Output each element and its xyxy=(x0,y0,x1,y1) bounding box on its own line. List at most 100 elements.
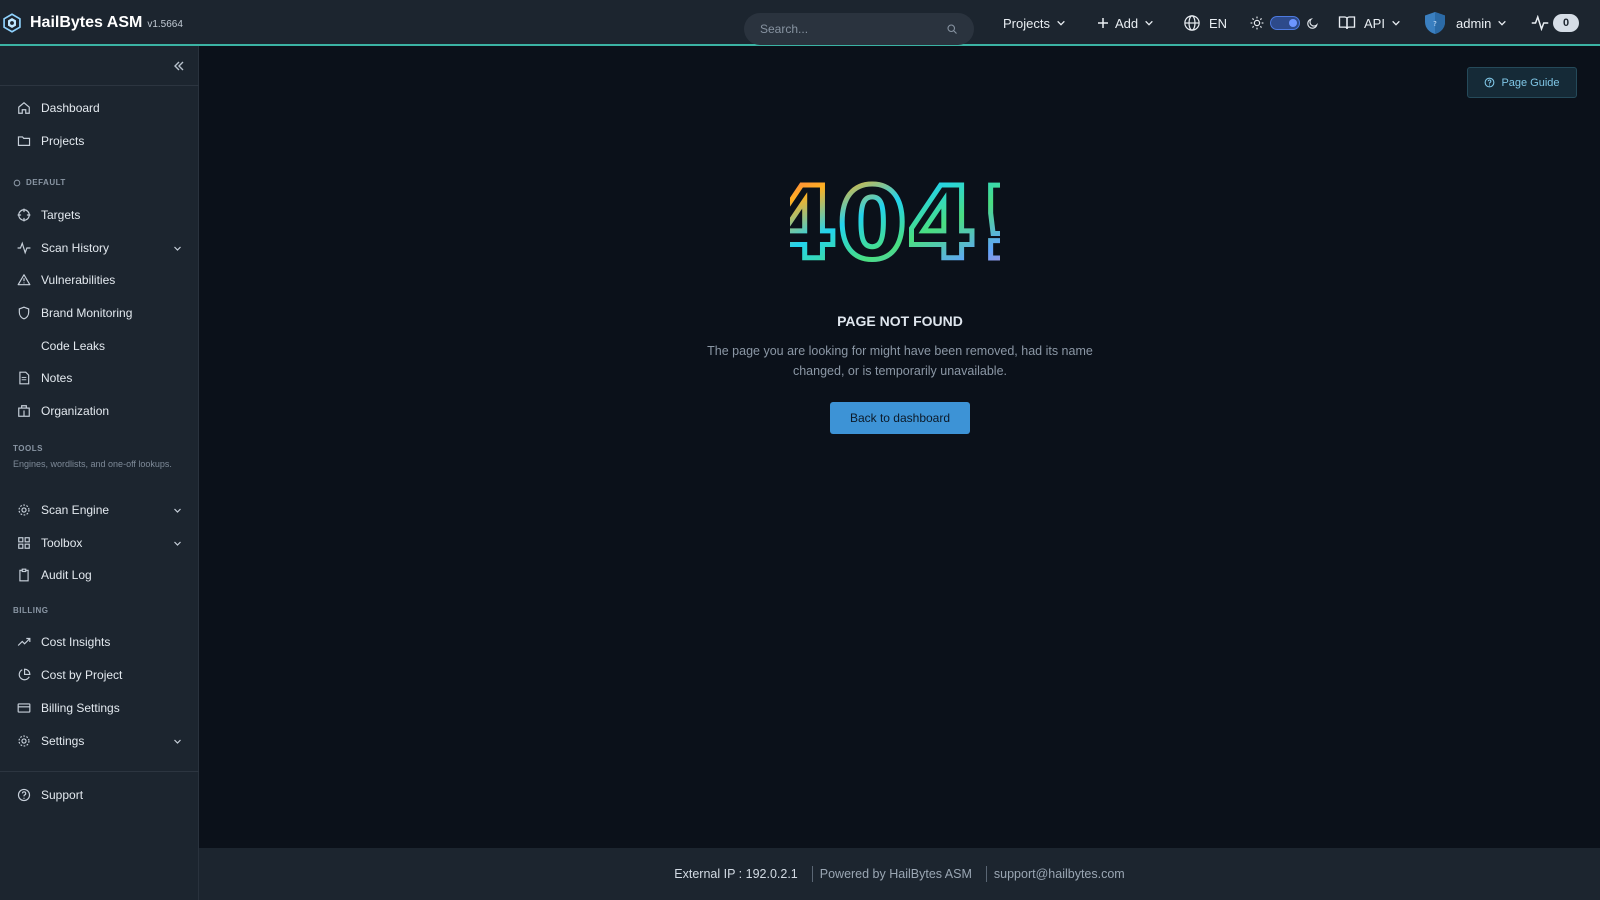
sidebar-divider xyxy=(0,85,199,86)
sidebar-item-audit-log[interactable]: Audit Log xyxy=(0,559,199,591)
activity-count-badge: 0 xyxy=(1553,14,1579,32)
search-input[interactable] xyxy=(760,22,946,36)
help-circle-icon xyxy=(17,788,31,802)
app-name: HailBytes ASM xyxy=(30,14,143,31)
sidebar-item-label: Projects xyxy=(41,134,85,148)
sidebar-item-scan-history[interactable]: Scan History xyxy=(0,232,199,264)
chevron-down-icon xyxy=(1057,20,1065,26)
error-title: PAGE NOT FOUND xyxy=(837,313,963,329)
warning-triangle-icon xyxy=(17,274,31,286)
chevron-down-icon xyxy=(174,541,181,546)
sidebar-item-settings[interactable]: Settings xyxy=(0,725,199,757)
sidebar-item-label: Toolbox xyxy=(41,536,83,550)
theme-switch-knob xyxy=(1289,19,1297,27)
theme-toggle[interactable] xyxy=(1250,0,1319,46)
theme-switch[interactable] xyxy=(1270,16,1300,30)
language-selector[interactable]: EN xyxy=(1183,0,1227,46)
trending-up-icon xyxy=(17,637,31,646)
sidebar-item-scan-engine[interactable]: Scan Engine xyxy=(0,494,199,526)
api-label: API xyxy=(1364,15,1385,31)
chevron-down-icon xyxy=(174,508,181,513)
activity-pulse-icon xyxy=(1531,15,1549,31)
sidebar-item-organization[interactable]: Organization xyxy=(0,395,199,427)
svg-text:?: ? xyxy=(1433,20,1437,28)
sun-icon xyxy=(1250,16,1264,30)
sidebar-item-label: Dashboard xyxy=(41,101,100,115)
sidebar-item-vulnerabilities[interactable]: Vulnerabilities xyxy=(0,264,199,296)
sidebar-item-label: Cost by Project xyxy=(41,668,123,682)
footer: External IP : 192.0.2.1 Powered by HailB… xyxy=(199,848,1600,900)
support-email-link[interactable]: support@hailbytes.com xyxy=(994,867,1125,881)
crosshair-icon xyxy=(17,208,31,222)
sidebar-item-label: Settings xyxy=(41,734,85,748)
api-dropdown[interactable]: API xyxy=(1338,0,1401,46)
shield-icon xyxy=(18,306,30,320)
add-dropdown[interactable]: Add xyxy=(1097,0,1154,46)
language-label: EN xyxy=(1209,15,1228,31)
sidebar-item-notes[interactable]: Notes xyxy=(0,362,199,394)
credit-card-icon xyxy=(17,703,31,713)
sidebar-item-cost-by-project[interactable]: Cost by Project xyxy=(0,659,199,691)
error-message: The page you are looking for might have … xyxy=(707,344,1093,378)
sidebar-item-billing-settings[interactable]: Billing Settings xyxy=(0,692,199,724)
activity-indicator[interactable]: 0 xyxy=(1531,0,1579,46)
sidebar-item-label: Support xyxy=(41,788,84,802)
chevron-down-icon xyxy=(1392,20,1400,26)
tools-subtitle: Engines, wordlists, and one-off lookups. xyxy=(13,459,172,469)
gear-icon xyxy=(18,504,30,516)
add-label: Add xyxy=(1115,15,1139,31)
chevron-down-icon xyxy=(174,739,181,744)
sidebar-item-label: Vulnerabilities xyxy=(41,273,116,287)
sidebar-item-label: Targets xyxy=(41,208,81,222)
section-billing: BILLING xyxy=(13,606,49,615)
sidebar-item-support[interactable]: Support xyxy=(0,779,199,811)
search-icon[interactable] xyxy=(946,23,958,35)
globe-icon xyxy=(1184,15,1200,31)
back-to-dashboard-button[interactable]: Back to dashboard xyxy=(830,402,970,434)
footer-divider xyxy=(985,866,987,882)
brand[interactable]: HailBytes ASM v1.5664 xyxy=(2,0,183,46)
error-404-graphic: 404! xyxy=(790,172,1000,272)
layers-icon xyxy=(13,179,21,186)
building-icon xyxy=(18,405,30,417)
external-ip: External IP : 192.0.2.1 xyxy=(674,867,798,881)
top-navbar: HailBytes ASM v1.5664 Projects Add EN AP… xyxy=(0,0,1600,46)
projects-label: Projects xyxy=(1003,15,1050,31)
sidebar-item-brand-monitoring[interactable]: Brand Monitoring xyxy=(0,297,199,329)
section-tools: TOOLS xyxy=(13,444,43,453)
user-menu[interactable]: ? admin xyxy=(1424,0,1507,46)
user-avatar-shield-icon: ? xyxy=(1425,12,1445,34)
help-circle-icon xyxy=(1485,77,1495,88)
sidebar-item-label: Scan History xyxy=(41,241,110,255)
sidebar-item-toolbox[interactable]: Toolbox xyxy=(0,527,199,559)
page-guide-button[interactable]: Page Guide xyxy=(1467,67,1577,98)
sidebar-item-label: Audit Log xyxy=(41,568,92,582)
sidebar-item-label: Organization xyxy=(41,404,110,418)
plus-icon xyxy=(1098,18,1108,28)
sidebar-item-dashboard[interactable]: Dashboard xyxy=(0,92,199,124)
sidebar-item-label: Scan Engine xyxy=(41,503,110,517)
sidebar-item-targets[interactable]: Targets xyxy=(0,199,199,231)
page-guide-label: Page Guide xyxy=(1501,76,1560,89)
sidebar-item-label: Brand Monitoring xyxy=(41,306,133,320)
home-icon xyxy=(18,101,30,114)
hexagon-logo-icon xyxy=(3,13,21,33)
collapse-sidebar-icon[interactable] xyxy=(172,59,186,73)
projects-dropdown[interactable]: Projects xyxy=(1003,0,1066,46)
sidebar-item-projects[interactable]: Projects xyxy=(0,125,199,157)
sidebar-item-label: Billing Settings xyxy=(41,701,120,715)
clipboard-icon xyxy=(19,568,29,582)
powered-by: Powered by HailBytes ASM xyxy=(819,867,972,881)
sidebar-item-code-leaks[interactable]: Code Leaks xyxy=(0,330,199,362)
sidebar-item-cost-insights[interactable]: Cost Insights xyxy=(0,626,199,658)
moon-icon xyxy=(1307,17,1318,29)
chevron-down-icon xyxy=(174,246,181,251)
activity-icon xyxy=(17,241,31,255)
folder-icon xyxy=(17,136,31,146)
section-default: DEFAULT xyxy=(13,178,66,187)
sidebar-item-label: Notes xyxy=(41,371,73,385)
chevron-down-icon xyxy=(1145,20,1153,26)
user-name: admin xyxy=(1456,15,1492,31)
settings-icon xyxy=(18,735,30,747)
app-version: v1.5664 xyxy=(147,19,183,30)
